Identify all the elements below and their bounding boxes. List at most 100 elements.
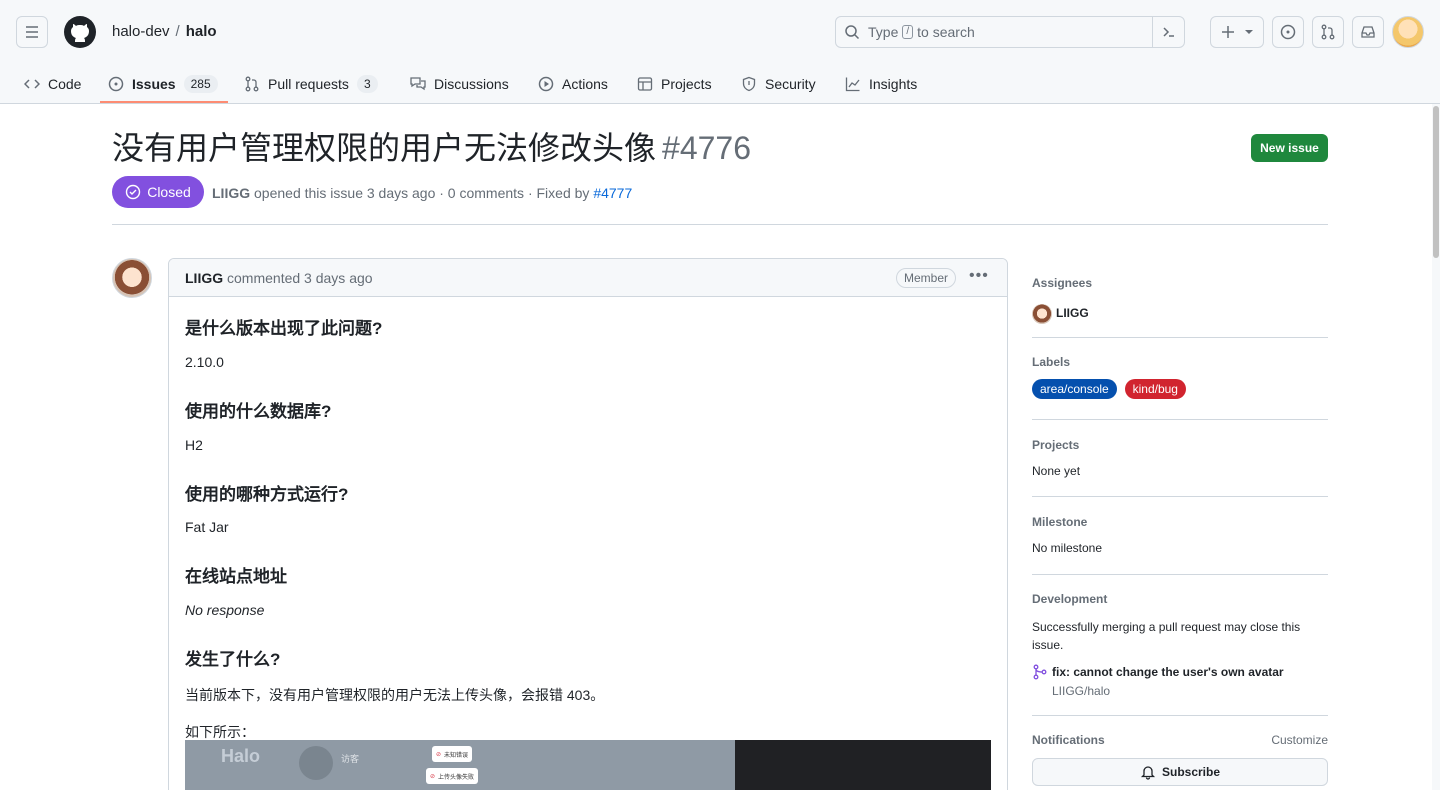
inbox-button[interactable] bbox=[1352, 16, 1384, 48]
github-logo-icon[interactable] bbox=[64, 16, 96, 48]
breadcrumb: halo-dev / halo bbox=[112, 22, 217, 42]
assignee-avatar bbox=[1032, 304, 1052, 324]
comment-author-link[interactable]: LIIGG bbox=[185, 270, 223, 286]
assignee-name: LIIGG bbox=[1056, 306, 1089, 321]
issue-title: 没有用户管理权限的用户无法修改头像 #4776 bbox=[112, 128, 751, 168]
projects-heading[interactable]: Projects bbox=[1032, 438, 1328, 452]
customize-link[interactable]: Customize bbox=[1271, 733, 1328, 747]
kebab-horizontal-icon[interactable]: ••• bbox=[969, 267, 989, 285]
section-value: No response bbox=[185, 602, 265, 618]
section-value: H2 bbox=[185, 437, 203, 453]
sidebar-divider bbox=[1032, 337, 1328, 338]
tab-label: Discussions bbox=[434, 76, 509, 92]
sidebar-notifications: Notifications Customize bbox=[1032, 733, 1328, 747]
assignees-heading[interactable]: Assignees bbox=[1032, 276, 1328, 290]
linked-pr[interactable]: fix: cannot change the user's own avatar bbox=[1032, 664, 1328, 680]
hamburger-menu-button[interactable] bbox=[16, 16, 48, 48]
sidebar-divider bbox=[1032, 419, 1328, 420]
search-placeholder-suffix: to search bbox=[917, 24, 975, 40]
comment-header: LIIGG commented 3 days ago Member ••• bbox=[169, 259, 1007, 297]
section-heading: 使用的什么数据库? bbox=[185, 402, 332, 421]
fixed-by-link[interactable]: #4777 bbox=[593, 185, 632, 201]
linked-pr-title[interactable]: fix: cannot change the user's own avatar bbox=[1052, 665, 1284, 679]
tab-issues[interactable]: Issues 285 bbox=[108, 64, 218, 104]
app-header: halo-dev / halo Type / to search Code Is… bbox=[0, 0, 1440, 104]
issue-opened-icon bbox=[1280, 24, 1296, 40]
search-icon bbox=[845, 25, 860, 40]
screenshot-avatar bbox=[299, 746, 333, 780]
issue-author-link[interactable]: LIIGG bbox=[212, 185, 250, 201]
label-area-console[interactable]: area/console bbox=[1032, 379, 1117, 399]
git-merge-icon bbox=[1033, 664, 1047, 680]
sidebar-assignees: Assignees LIIGG bbox=[1032, 276, 1328, 324]
issue-meta: LIIGG opened this issue 3 days ago · 0 c… bbox=[212, 184, 632, 202]
tab-actions[interactable]: Actions bbox=[538, 64, 608, 104]
issue-opened-icon bbox=[108, 76, 124, 92]
page-scrollbar[interactable] bbox=[1432, 104, 1440, 790]
pull-requests-shortcut-button[interactable] bbox=[1312, 16, 1344, 48]
tab-discussions[interactable]: Discussions bbox=[410, 64, 509, 104]
section-heading: 是什么版本出现了此问题? bbox=[185, 319, 383, 338]
command-palette-button[interactable] bbox=[1152, 17, 1184, 47]
tab-security[interactable]: Security bbox=[741, 64, 816, 104]
toast-text: 未知错误 bbox=[444, 752, 469, 759]
section-value: 2.10.0 bbox=[185, 354, 224, 370]
breadcrumb-repo-link[interactable]: halo bbox=[186, 23, 217, 40]
linked-pr-repo: LIIGG/halo bbox=[1052, 684, 1111, 698]
section-heading: 使用的哪种方式运行? bbox=[185, 485, 349, 504]
sidebar-divider bbox=[1032, 574, 1328, 575]
sidebar-labels: Labels area/console kind/bug bbox=[1032, 355, 1328, 399]
bell-icon bbox=[1140, 766, 1156, 780]
screenshot-image[interactable]: Halo 访客 ⊘ 未知错误 ⊘ 上传头像失败 bbox=[185, 740, 991, 790]
tab-label: Pull requests bbox=[268, 76, 349, 92]
screenshot-toast: ⊘ 上传头像失败 bbox=[426, 768, 479, 784]
table-icon bbox=[637, 77, 653, 91]
scrollbar-thumb[interactable] bbox=[1433, 106, 1439, 258]
sidebar-divider bbox=[1032, 715, 1328, 716]
shield-icon bbox=[742, 76, 756, 92]
search-placeholder-prefix: Type bbox=[868, 24, 899, 40]
milestone-heading[interactable]: Milestone bbox=[1032, 515, 1328, 529]
tab-label: Projects bbox=[661, 76, 712, 92]
tab-label: Insights bbox=[869, 76, 918, 92]
issue-closed-icon bbox=[126, 184, 141, 200]
tab-counter: 285 bbox=[183, 75, 218, 93]
sidebar-projects: Projects None yet bbox=[1032, 438, 1328, 478]
search-input[interactable]: Type / to search bbox=[835, 16, 1185, 48]
issue-comment: LIIGG commented 3 days ago Member ••• 是什… bbox=[168, 258, 1008, 790]
subscribe-button[interactable]: Subscribe bbox=[1032, 758, 1328, 786]
terminal-icon bbox=[1162, 27, 1174, 37]
screenshot-devtools bbox=[735, 740, 991, 790]
comment-author-avatar[interactable] bbox=[112, 258, 152, 298]
comment-time[interactable]: commented 3 days ago bbox=[227, 270, 373, 286]
subscribe-label: Subscribe bbox=[1161, 765, 1221, 779]
labels-heading[interactable]: Labels bbox=[1032, 355, 1328, 369]
breadcrumb-owner-link[interactable]: halo-dev bbox=[112, 23, 170, 40]
tab-label: Security bbox=[765, 76, 816, 92]
new-issue-button[interactable]: New issue bbox=[1251, 134, 1328, 162]
user-avatar[interactable] bbox=[1392, 16, 1424, 48]
issues-shortcut-button[interactable] bbox=[1272, 16, 1304, 48]
create-new-button[interactable] bbox=[1210, 16, 1264, 48]
issue-state-badge: Closed bbox=[112, 176, 204, 208]
tab-pull-requests[interactable]: Pull requests 3 bbox=[244, 64, 378, 104]
tab-label: Issues bbox=[132, 76, 176, 92]
tab-label: Actions bbox=[562, 76, 608, 92]
tab-projects[interactable]: Projects bbox=[637, 64, 712, 104]
label-kind-bug[interactable]: kind/bug bbox=[1124, 379, 1186, 399]
header-divider bbox=[112, 224, 1328, 225]
tab-code[interactable]: Code bbox=[24, 64, 81, 104]
development-text: Successfully merging a pull request may … bbox=[1032, 620, 1301, 652]
git-pull-request-icon bbox=[245, 76, 259, 92]
section-value: 当前版本下，没有用户管理权限的用户无法上传头像，会报错 403。 bbox=[185, 687, 605, 703]
git-pull-request-icon bbox=[1321, 24, 1335, 40]
development-heading[interactable]: Development bbox=[1032, 592, 1328, 606]
tab-counter: 3 bbox=[356, 75, 378, 93]
tab-insights[interactable]: Insights bbox=[845, 64, 917, 104]
issue-meta-text: opened this issue 3 days ago · 0 comment… bbox=[254, 185, 590, 201]
assignee-item[interactable]: LIIGG bbox=[1032, 304, 1328, 324]
screenshot-toast: ⊘ 未知错误 bbox=[432, 746, 473, 762]
tab-label: Code bbox=[48, 76, 82, 92]
search-shortcut-key: / bbox=[902, 25, 914, 39]
play-icon bbox=[538, 76, 554, 92]
